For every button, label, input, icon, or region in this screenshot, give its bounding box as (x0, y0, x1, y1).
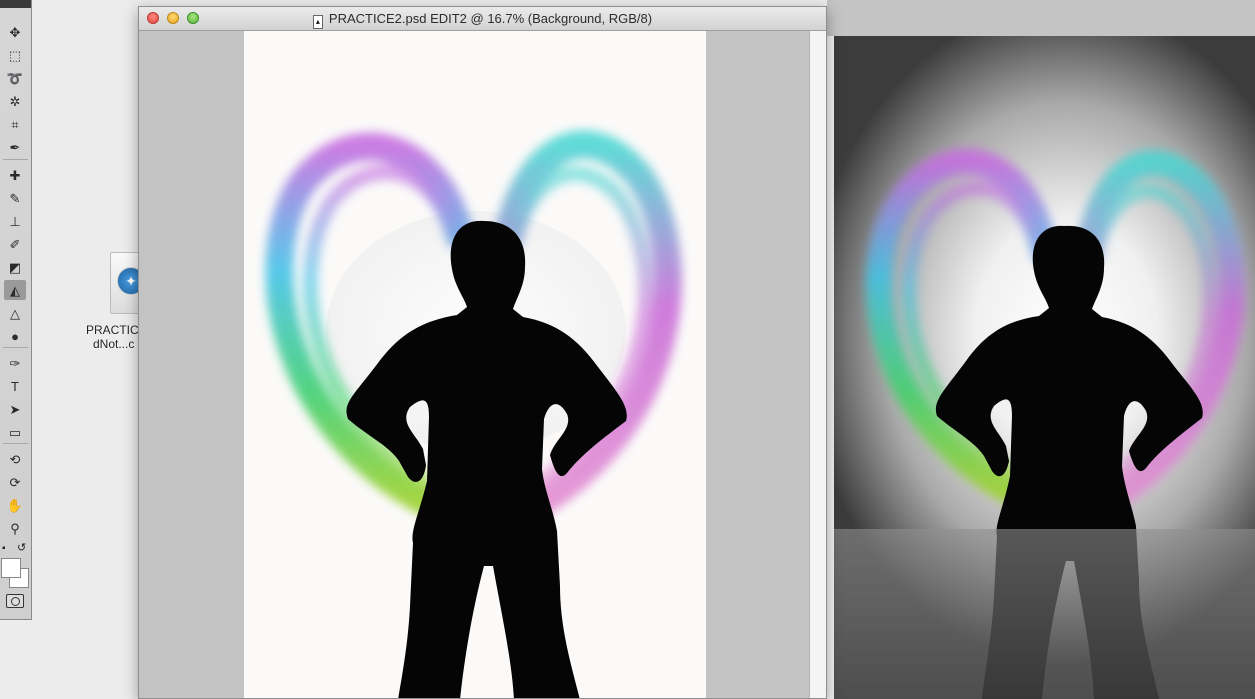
document-canvas[interactable] (244, 31, 706, 698)
marquee-tool-icon: ⬚ (8, 47, 22, 63)
pen-tool-icon: ✑ (9, 355, 21, 371)
lasso-tool-icon: ➰ (6, 70, 24, 86)
type-tool-button[interactable]: T (4, 376, 26, 396)
type-tool-icon: T (11, 378, 19, 394)
history-brush-tool-button[interactable]: ✐ (4, 234, 26, 254)
blur-tool-icon: △ (10, 305, 20, 321)
brush-tool-button[interactable]: ✎ (4, 188, 26, 208)
tool-separator (3, 159, 28, 160)
3d-orbit-tool-button[interactable]: ⟳ (4, 472, 26, 492)
eraser-tool-button[interactable]: ◩ (4, 257, 26, 277)
zoom-tool-button[interactable]: ⚲ (4, 518, 26, 538)
blur-tool-button[interactable]: △ (4, 303, 26, 323)
rectangle-tool-button[interactable]: ▭ (4, 422, 26, 442)
3d-rotate-tool-icon: ⟲ (9, 451, 21, 467)
preview-floor-shadow (834, 529, 1255, 699)
dodge-tool-icon: ● (11, 328, 19, 344)
clone-stamp-tool-button[interactable]: ⊥ (4, 211, 26, 231)
brush-tool-icon: ✎ (9, 190, 21, 206)
healing-brush-tool-icon: ✚ (9, 167, 21, 183)
document-titlebar[interactable]: ▴ PRACTICE2.psd EDIT2 @ 16.7% (Background… (139, 7, 826, 31)
healing-brush-tool-button[interactable]: ✚ (4, 165, 26, 185)
tool-separator (3, 347, 28, 348)
move-tool-button[interactable]: ✥ (4, 22, 26, 42)
tool-separator (3, 443, 28, 444)
crop-tool-icon: ⌗ (11, 116, 19, 132)
paint-bucket-tool-icon: ◭ (10, 282, 20, 298)
vertical-scrollbar[interactable] (809, 31, 826, 698)
tools-panel: ✥ ⬚ ➰ ✲ ⌗ ✒ ✚ ✎ ⊥ ✐ ◩ ◭ △ ● ✑ T ➤ ▭ ⟲ ⟳ ✋ ⚲ ▪ ↺ (0, 0, 32, 620)
eyedropper-tool-icon: ✒ (9, 139, 21, 155)
document-title: ▴ PRACTICE2.psd EDIT2 @ 16.7% (Background… (139, 11, 826, 29)
clone-stamp-tool-icon: ⊥ (9, 213, 21, 229)
canvas-area[interactable] (139, 31, 811, 698)
paint-bucket-tool-button[interactable]: ◭ (4, 280, 26, 300)
quick-mask-icon (10, 596, 20, 606)
zoom-tool-icon: ⚲ (10, 520, 20, 536)
quick-mask-button[interactable] (6, 594, 24, 608)
document-proxy-icon[interactable]: ▴ (312, 15, 323, 29)
preview-window-chrome (827, 0, 1255, 36)
move-tool-icon: ✥ (9, 24, 21, 40)
dodge-tool-button[interactable]: ● (4, 326, 26, 346)
path-selection-tool-button[interactable]: ➤ (4, 399, 26, 419)
lasso-tool-button[interactable]: ➰ (4, 68, 26, 88)
canvas-artwork (265, 130, 682, 698)
default-colors-icon[interactable]: ▪ (2, 543, 6, 554)
foreground-color-swatch[interactable] (1, 558, 21, 578)
document-window: ▴ PRACTICE2.psd EDIT2 @ 16.7% (Background… (138, 6, 827, 699)
eraser-tool-icon: ◩ (8, 259, 22, 275)
3d-orbit-tool-icon: ⟳ (9, 474, 21, 490)
tools-panel-grip[interactable] (0, 0, 31, 8)
pen-tool-button[interactable]: ✑ (4, 353, 26, 373)
magic-wand-tool-button[interactable]: ✲ (4, 91, 26, 111)
magic-wand-tool-icon: ✲ (9, 93, 21, 109)
swap-colors-icon[interactable]: ↺ (17, 541, 26, 554)
path-selection-tool-icon: ➤ (9, 401, 21, 417)
eyedropper-tool-button[interactable]: ✒ (4, 137, 26, 157)
crop-tool-button[interactable]: ⌗ (4, 114, 26, 134)
3d-rotate-tool-button[interactable]: ⟲ (4, 449, 26, 469)
history-brush-tool-icon: ✐ (9, 236, 21, 252)
hand-tool-button[interactable]: ✋ (4, 495, 26, 515)
marquee-tool-button[interactable]: ⬚ (4, 45, 26, 65)
document-title-text: PRACTICE2.psd EDIT2 @ 16.7% (Background,… (328, 11, 653, 26)
preview-image (834, 36, 1255, 699)
rectangle-tool-icon: ▭ (8, 424, 22, 440)
hand-tool-icon: ✋ (6, 497, 24, 513)
preview-window-edge (827, 36, 834, 699)
